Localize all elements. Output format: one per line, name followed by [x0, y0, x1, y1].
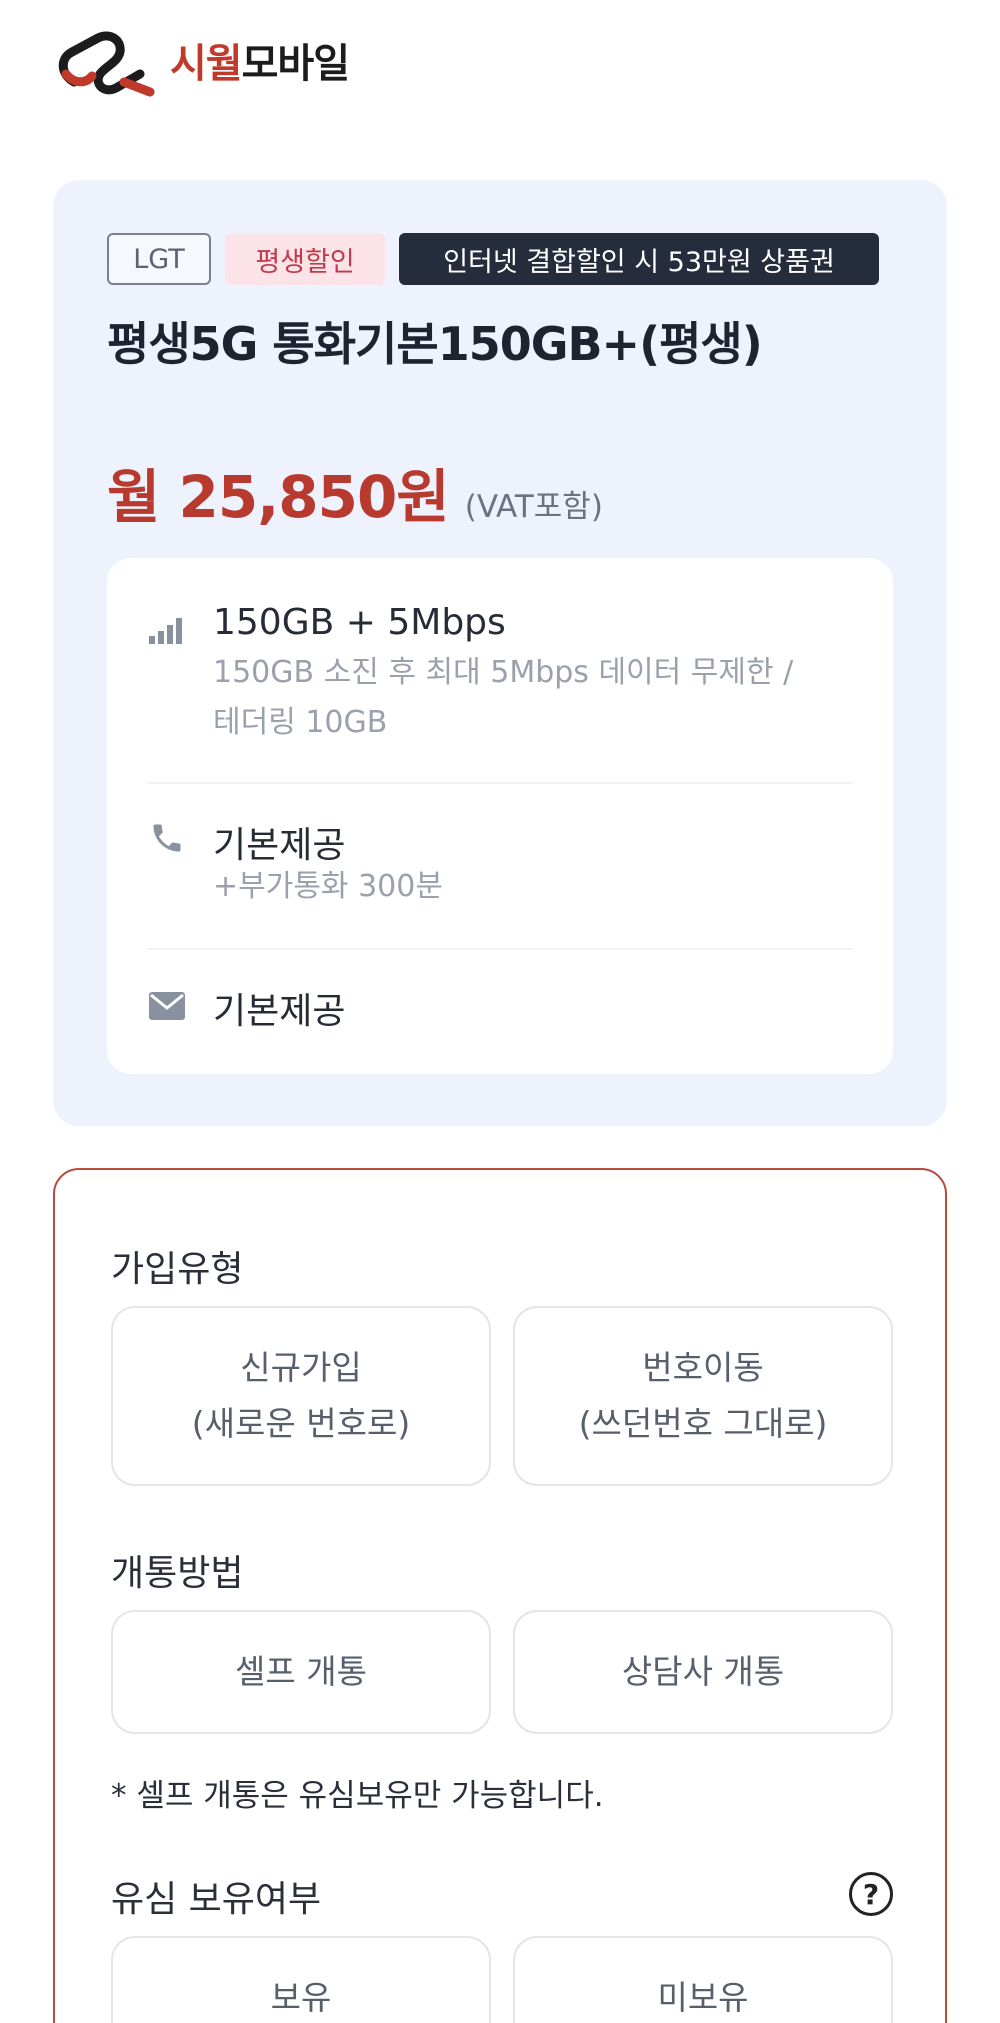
- spec-divider: [147, 782, 853, 784]
- sms-spec-main: 기본제공: [213, 991, 346, 1032]
- price-row: 월 25,850원 (VAT포함): [107, 450, 603, 534]
- logo-text: 시월모바일: [170, 31, 350, 89]
- carrier-badge: LGT: [107, 233, 211, 285]
- data-spec-main: 150GB + 5Mbps: [213, 602, 506, 643]
- usim-not-have-button[interactable]: 미보유: [513, 1936, 893, 2023]
- data-spec-sub-line1: 150GB 소진 후 최대 5Mbps 데이터 무제한 /: [213, 655, 794, 690]
- spec-divider: [147, 948, 853, 950]
- header: 시월모바일: [0, 0, 1000, 130]
- logo-mark-icon: [58, 31, 155, 97]
- data-spec-sub-line2: 테더링 10GB: [213, 705, 388, 740]
- logo[interactable]: 시월모바일: [52, 22, 350, 98]
- join-type-label: 가입유형: [111, 1249, 244, 1290]
- usim-have-button[interactable]: 보유: [111, 1936, 491, 2023]
- agent-activation-button[interactable]: 상담사 개통: [513, 1610, 893, 1734]
- monthly-price: 월 25,850원: [107, 463, 450, 531]
- help-icon[interactable]: ?: [849, 1872, 893, 1916]
- discount-badge: 평생할인: [225, 233, 385, 285]
- number-port-button[interactable]: 번호이동 (쓰던번호 그대로): [513, 1306, 893, 1486]
- options-card: 가입유형 신규가입 (새로운 번호로) 번호이동 (쓰던번호 그대로) 개통방법…: [53, 1168, 947, 2023]
- new-subscription-line1: 신규가입: [240, 1348, 362, 1387]
- phone-icon: [147, 818, 187, 858]
- agent-activation-text: 상담사 개통: [621, 1652, 785, 1691]
- usim-have-text: 보유: [270, 1978, 332, 2017]
- self-activation-note: * 셀프 개통은 유심보유만 가능합니다.: [111, 1778, 604, 1814]
- self-activation-text: 셀프 개통: [235, 1652, 367, 1691]
- badge-row: LGT 평생할인 인터넷 결합할인 시 53만원 상품권: [107, 233, 893, 285]
- voice-spec-main: 기본제공: [213, 825, 346, 866]
- logo-text-dark: 모바일: [241, 41, 350, 87]
- plan-card: LGT 평생할인 인터넷 결합할인 시 53만원 상품권 평생5G 통화기본15…: [53, 180, 947, 1126]
- voice-spec-sub: +부가통화 300분: [213, 869, 443, 904]
- new-subscription-line2: (새로운 번호로): [191, 1404, 411, 1443]
- number-port-line2: (쓰던번호 그대로): [578, 1404, 828, 1443]
- vat-note: (VAT포함): [464, 489, 603, 525]
- new-subscription-button[interactable]: 신규가입 (새로운 번호로): [111, 1306, 491, 1486]
- signal-bars-icon: [147, 610, 187, 650]
- envelope-icon: [147, 986, 187, 1026]
- number-port-line1: 번호이동: [642, 1348, 764, 1387]
- spec-box: 150GB + 5Mbps 150GB 소진 후 최대 5Mbps 데이터 무제…: [107, 558, 893, 1074]
- promo-badge: 인터넷 결합할인 시 53만원 상품권: [399, 233, 879, 285]
- usim-label: 유심 보유여부: [111, 1879, 322, 1920]
- activation-label: 개통방법: [111, 1553, 244, 1594]
- usim-not-have-text: 미보유: [657, 1978, 749, 2017]
- plan-title: 평생5G 통화기본150GB+(평생): [107, 317, 763, 371]
- logo-text-red: 시월: [170, 41, 243, 87]
- self-activation-button[interactable]: 셀프 개통: [111, 1610, 491, 1734]
